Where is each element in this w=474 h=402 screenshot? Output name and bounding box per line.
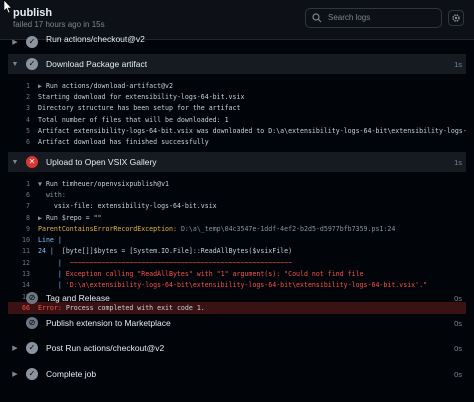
- log-line: 6 Artifact download has finished successf…: [26, 138, 209, 147]
- log-line: 3 Directory structure has been setup for …: [26, 104, 241, 113]
- step-checkout[interactable]: ▶ ✓ Run actions/checkout@v2: [8, 36, 466, 48]
- expand-triangle-icon[interactable]: ▼: [38, 180, 46, 188]
- log-line: 9 ParentContainsErrorRecordException: D:\…: [26, 224, 396, 233]
- success-icon: ✓: [26, 368, 38, 380]
- step-post-checkout[interactable]: ▶ ✓ Post Run actions/checkout@v2 0s: [8, 338, 466, 358]
- log-line: 11 24 | [byte[]]$bytes = [System.IO.File]…: [22, 247, 293, 256]
- log-line: 7 vsix-file: extensibility-logs-64-bit.v…: [26, 202, 217, 211]
- gear-icon: [452, 14, 460, 22]
- expand-triangle-icon[interactable]: ▶: [38, 214, 46, 222]
- step-complete-job[interactable]: ▶ ✓ Complete job 0s: [8, 364, 466, 384]
- step-tag-release[interactable]: ⊘ Tag and Release 0s: [8, 288, 466, 308]
- log-line: 4 Total number of files that will be down…: [26, 115, 229, 124]
- chevron-right-icon: ▶: [12, 345, 18, 352]
- log-line: 2 Starting download for extensibility-log…: [26, 92, 245, 101]
- chevron-down-icon: ▼: [11, 158, 19, 166]
- download-log: 1 ▶ Run actions/download-artifact@v2 2 Sta…: [8, 80, 466, 148]
- step-publish-marketplace[interactable]: ⊘ Publish extension to Marketplace 0s: [8, 313, 466, 333]
- success-icon: ✓: [26, 342, 38, 354]
- chevron-down-icon: ▼: [11, 60, 19, 68]
- log-line: 8 ▶ Run $repo = "": [26, 213, 102, 222]
- step-download-artifact[interactable]: ▼ ✓ Download Package artifact 1s: [8, 54, 466, 74]
- job-status-subtitle: failed 17 hours ago in 15s: [13, 20, 105, 29]
- search-placeholder: Search logs: [328, 13, 371, 22]
- skipped-icon: ⊘: [26, 317, 38, 329]
- chevron-right-icon: ▶: [12, 39, 18, 46]
- log-line: 12 | ~~~~~~~~~~~~~~~~~~~~~~~~~~~~~~~~~~~…: [22, 258, 293, 267]
- job-title: publish: [13, 7, 53, 19]
- failed-icon: ✕: [26, 156, 38, 168]
- step-upload-vsix[interactable]: ▼ ✕ Upload to Open VSIX Gallery 1s: [8, 152, 466, 172]
- expand-triangle-icon[interactable]: ▶: [38, 82, 46, 90]
- log-line: 1 ▼ Run timheuer/openvsixpublish@v1: [26, 179, 170, 188]
- settings-button[interactable]: [448, 10, 464, 26]
- chevron-right-icon: ▶: [12, 371, 18, 378]
- log-line: 1 ▶ Run actions/download-artifact@v2: [26, 81, 173, 90]
- search-logs-input[interactable]: Search logs: [305, 8, 442, 28]
- log-line: 13 | Exception calling "ReadAllBytes" wi…: [22, 270, 364, 279]
- search-icon: [312, 13, 322, 23]
- log-line: 6 with:: [26, 190, 66, 199]
- skipped-icon: ⊘: [26, 292, 38, 304]
- log-line: 10 Line |: [22, 236, 62, 245]
- log-line: 5 Artifact extensibility-logs-64-bit.vsix…: [26, 126, 466, 135]
- job-header: publish failed 17 hours ago in 15s Searc…: [0, 0, 474, 40]
- success-icon: ✓: [26, 58, 38, 70]
- mouse-cursor-icon: [3, 0, 13, 14]
- success-icon: ✓: [26, 36, 38, 48]
